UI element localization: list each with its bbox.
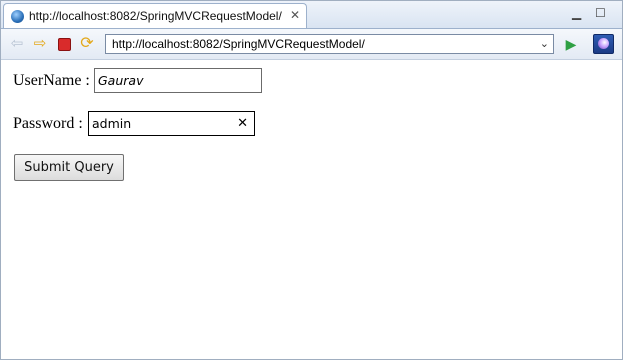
clear-icon[interactable]: ✕ xyxy=(237,115,248,131)
tab-bar: http://localhost:8082/SpringMVCRequestMo… xyxy=(1,1,622,29)
globe-icon xyxy=(11,10,24,23)
url-text[interactable]: http://localhost:8082/SpringMVCRequestMo… xyxy=(112,37,365,51)
username-field[interactable] xyxy=(94,68,262,93)
refresh-icon[interactable]: ⟳ xyxy=(79,36,95,52)
stop-icon[interactable] xyxy=(56,36,72,52)
username-label: UserName : xyxy=(13,72,90,89)
address-bar[interactable]: http://localhost:8082/SpringMVCRequestMo… xyxy=(105,34,554,54)
page-content: UserName : Password : ✕ Submit Query xyxy=(1,60,622,359)
tab-title: http://localhost:8082/SpringMVCRequestMo… xyxy=(29,9,282,23)
go-icon[interactable]: ▶ xyxy=(563,36,579,52)
browser-window: http://localhost:8082/SpringMVCRequestMo… xyxy=(0,0,623,360)
minimize-icon[interactable]: ▁ xyxy=(572,6,581,20)
forward-arrow-icon[interactable]: ⇨ xyxy=(32,36,48,52)
back-arrow-icon[interactable]: ⇦ xyxy=(9,36,25,52)
password-field[interactable]: ✕ xyxy=(88,111,255,136)
close-icon[interactable]: ✕ xyxy=(290,8,300,22)
browser-tab[interactable]: http://localhost:8082/SpringMVCRequestMo… xyxy=(3,3,307,28)
password-input[interactable] xyxy=(92,115,232,131)
password-label: Password : xyxy=(13,115,83,132)
submit-button[interactable]: Submit Query xyxy=(14,154,124,181)
eclipse-icon[interactable] xyxy=(593,34,614,54)
maximize-icon[interactable]: ☐ xyxy=(595,6,606,20)
username-input[interactable] xyxy=(98,72,238,88)
navigation-toolbar: ⇦ ⇨ ⟳ http://localhost:8082/SpringMVCReq… xyxy=(1,29,622,60)
chevron-down-icon[interactable]: ⌄ xyxy=(540,37,549,50)
